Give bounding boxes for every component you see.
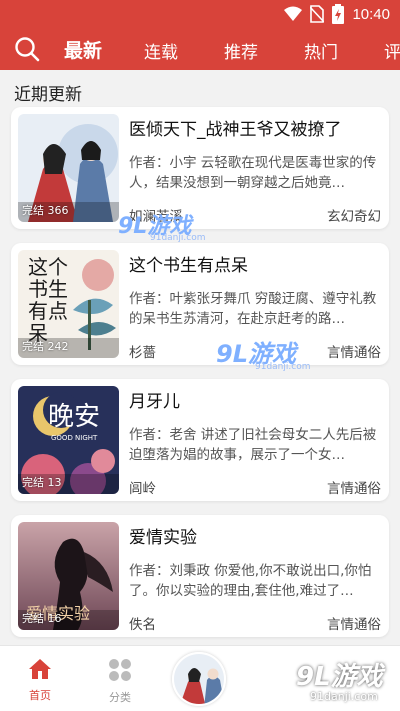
status-icons: 10:40: [284, 4, 390, 24]
book-title: 这个书生有点呆: [129, 256, 248, 276]
book-description: 作者：叶紫张牙舞爪 穷酸迂腐、遵守礼教的呆书生苏清河，在赴京赶考的路…: [129, 291, 377, 327]
status-badge: 完结 13: [22, 476, 62, 489]
watermark-url: 91danji.com: [150, 233, 206, 243]
watermark-url: 91danji.com: [310, 690, 378, 703]
tab-recommended[interactable]: 推荐: [224, 38, 258, 63]
book-genre: 玄幻奇幻: [327, 209, 381, 225]
book-card[interactable]: 爱情实验 完结 16 爱情实验 作者：刘秉政 你爱他,你不敢说出口,你怕了。你以…: [11, 515, 389, 637]
book-card[interactable]: 这个书生有点呆 完结 242 这个书生有点呆 作者：叶紫张牙舞爪 穷酸迂腐、遵守…: [11, 243, 389, 365]
watermark-url: 91danji.com: [255, 362, 311, 372]
book-cover: 完结 366: [18, 114, 119, 222]
book-title: 月牙儿: [129, 392, 180, 412]
book-author: 闾岭: [129, 481, 156, 497]
book-cover: 爱情实验 完结 16: [18, 522, 119, 630]
nav-category[interactable]: 分类: [95, 658, 145, 705]
book-author: 杉薔: [129, 345, 156, 361]
book-title: 爱情实验: [129, 528, 197, 548]
status-badge: 完结 242: [22, 340, 69, 353]
cover-title: 晚安: [48, 402, 101, 432]
status-badge: 完结 16: [22, 612, 62, 625]
tab-serializing[interactable]: 连载: [144, 38, 178, 63]
cover-subtitle: GOOD NIGHT: [51, 434, 98, 442]
book-genre: 言情通俗: [327, 481, 381, 497]
tab-latest[interactable]: 最新: [64, 36, 102, 63]
watermark-logo: 9L游戏: [296, 662, 383, 692]
tab-popular[interactable]: 热门: [304, 38, 338, 63]
nav-home[interactable]: 首页: [15, 658, 65, 703]
book-genre: 言情通俗: [327, 617, 381, 633]
book-genre: 言情通俗: [327, 345, 381, 361]
book-description: 作者：小宇 云轻歌在现代是医毒世家的传人，结果没想到一朝穿越之后她竟…: [129, 155, 377, 191]
no-sim-icon: [310, 5, 325, 23]
section-title: 近期更新: [14, 85, 82, 105]
book-card[interactable]: 晚安 GOOD NIGHT 完结 13 月牙儿 作者：老舍 讲述了旧社会母女二人…: [11, 379, 389, 501]
status-badge: 完结 366: [22, 204, 69, 217]
avatar[interactable]: [172, 652, 226, 706]
status-bar: 10:40: [0, 0, 400, 30]
tab-reviews[interactable]: 评: [384, 38, 400, 63]
wifi-icon: [284, 6, 303, 21]
clock: 10:40: [352, 5, 390, 23]
nav-home-label: 首页: [29, 689, 51, 702]
book-card[interactable]: 完结 366 医倾天下_战神王爷又被撩了 作者：小宇 云轻歌在现代是医毒世家的传…: [11, 107, 389, 229]
book-title: 医倾天下_战神王爷又被撩了: [129, 120, 342, 140]
top-nav: 最新 连载 推荐 热门 评: [0, 30, 400, 70]
cover-title: 这个书生有点呆: [28, 255, 68, 345]
home-icon: [29, 659, 51, 679]
nav-category-label: 分类: [109, 691, 131, 704]
book-author: 佚名: [129, 617, 156, 633]
battery-icon: [332, 4, 345, 24]
book-cover: 这个书生有点呆 完结 242: [18, 250, 119, 358]
grid-icon: [109, 659, 131, 681]
book-description: 作者：刘秉政 你爱他,你不敢说出口,你怕了。你以实验的理由,套住他,难过了…: [129, 563, 372, 599]
book-cover: 晚安 GOOD NIGHT 完结 13: [18, 386, 119, 494]
search-icon[interactable]: [14, 36, 40, 62]
book-description: 作者：老舍 讲述了旧社会母女二人先后被迫堕落为娼的故事，展示了一个女…: [129, 427, 377, 463]
